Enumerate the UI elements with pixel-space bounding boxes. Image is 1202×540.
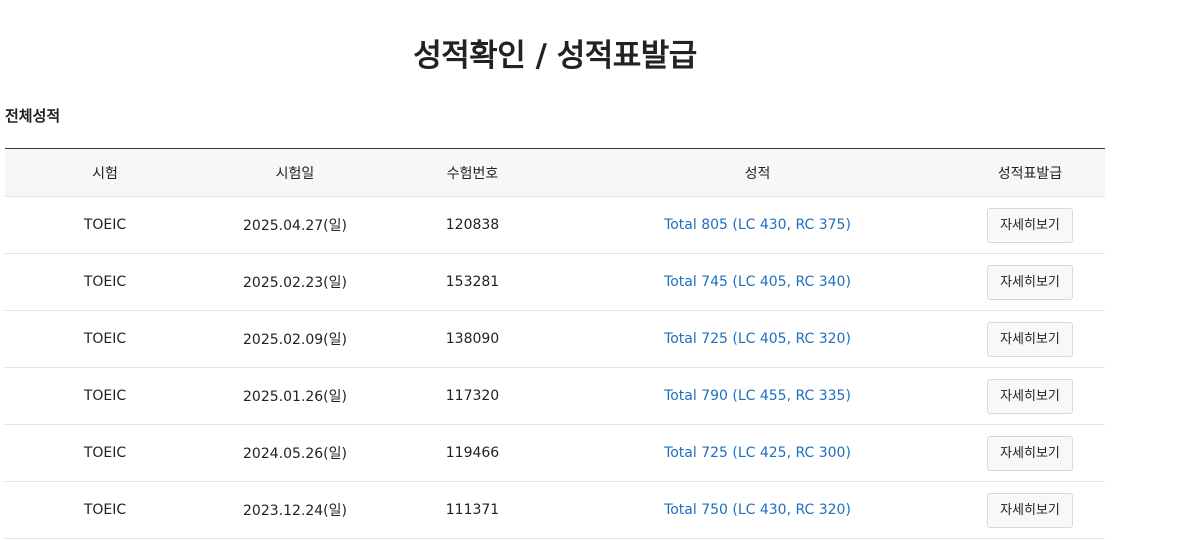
action-cell: 자세히보기 xyxy=(955,253,1105,311)
exam-cell: TOEIC xyxy=(5,367,205,425)
section-title: 전체성적 xyxy=(5,107,61,125)
score-cell: Total 805 (LC 430, RC 375) xyxy=(560,196,955,254)
number-cell: 138090 xyxy=(385,310,560,368)
score-link[interactable]: Total 750 (LC 430, RC 320) xyxy=(664,502,851,518)
detail-button[interactable]: 자세히보기 xyxy=(987,378,1073,414)
date-cell: 2025.02.09(일) xyxy=(205,310,385,368)
exam-cell: TOEIC xyxy=(5,196,205,254)
score-cell: Total 750 (LC 430, RC 320) xyxy=(560,481,955,539)
table-header-row: 시험 시험일 수험번호 성적 성적표발급 xyxy=(5,148,1105,197)
number-cell: 111371 xyxy=(385,481,560,539)
table-row: TOEIC 2024.05.26(일) 119466 Total 725 (LC… xyxy=(5,424,1105,482)
score-link[interactable]: Total 725 (LC 425, RC 300) xyxy=(664,445,851,461)
detail-button[interactable]: 자세히보기 xyxy=(987,321,1073,357)
table-row: TOEIC 2025.01.26(일) 117320 Total 790 (LC… xyxy=(5,367,1105,425)
date-cell: 2025.02.23(일) xyxy=(205,253,385,311)
exam-cell: TOEIC xyxy=(5,253,205,311)
score-link[interactable]: Total 745 (LC 405, RC 340) xyxy=(664,274,851,290)
score-link[interactable]: Total 790 (LC 455, RC 335) xyxy=(664,388,851,404)
detail-button[interactable]: 자세히보기 xyxy=(987,264,1073,300)
detail-button[interactable]: 자세히보기 xyxy=(987,435,1073,471)
date-cell: 2025.01.26(일) xyxy=(205,367,385,425)
action-cell: 자세히보기 xyxy=(955,367,1105,425)
score-cell: Total 790 (LC 455, RC 335) xyxy=(560,367,955,425)
number-cell: 120838 xyxy=(385,196,560,254)
action-cell: 자세히보기 xyxy=(955,310,1105,368)
exam-cell: TOEIC xyxy=(5,310,205,368)
score-cell: Total 745 (LC 405, RC 340) xyxy=(560,253,955,311)
score-link[interactable]: Total 725 (LC 405, RC 320) xyxy=(664,331,851,347)
header-report-issue: 성적표발급 xyxy=(955,148,1105,197)
page-title: 성적확인 / 성적표발급 xyxy=(413,37,697,74)
action-cell: 자세히보기 xyxy=(955,196,1105,254)
exam-cell: TOEIC xyxy=(5,424,205,482)
date-cell: 2025.04.27(일) xyxy=(205,196,385,254)
header-score: 성적 xyxy=(560,148,955,197)
header-exam: 시험 xyxy=(5,148,205,197)
table-row: TOEIC 2023.12.24(일) 111371 Total 750 (LC… xyxy=(5,481,1105,539)
detail-button[interactable]: 자세히보기 xyxy=(987,207,1073,243)
action-cell: 자세히보기 xyxy=(955,424,1105,482)
score-cell: Total 725 (LC 405, RC 320) xyxy=(560,310,955,368)
detail-button[interactable]: 자세히보기 xyxy=(987,492,1073,528)
header-registration-number: 수험번호 xyxy=(385,148,560,197)
score-cell: Total 725 (LC 425, RC 300) xyxy=(560,424,955,482)
table-row: TOEIC 2025.02.09(일) 138090 Total 725 (LC… xyxy=(5,310,1105,368)
exam-cell: TOEIC xyxy=(5,481,205,539)
score-link[interactable]: Total 805 (LC 430, RC 375) xyxy=(664,217,851,233)
table-row: TOEIC 2025.04.27(일) 120838 Total 805 (LC… xyxy=(5,196,1105,254)
date-cell: 2023.12.24(일) xyxy=(205,481,385,539)
action-cell: 자세히보기 xyxy=(955,481,1105,539)
number-cell: 153281 xyxy=(385,253,560,311)
date-cell: 2024.05.26(일) xyxy=(205,424,385,482)
number-cell: 117320 xyxy=(385,367,560,425)
table-row: TOEIC 2025.02.23(일) 153281 Total 745 (LC… xyxy=(5,253,1105,311)
header-exam-date: 시험일 xyxy=(205,148,385,197)
number-cell: 119466 xyxy=(385,424,560,482)
score-table: 시험 시험일 수험번호 성적 성적표발급 TOEIC 2025.04.27(일)… xyxy=(5,148,1105,539)
